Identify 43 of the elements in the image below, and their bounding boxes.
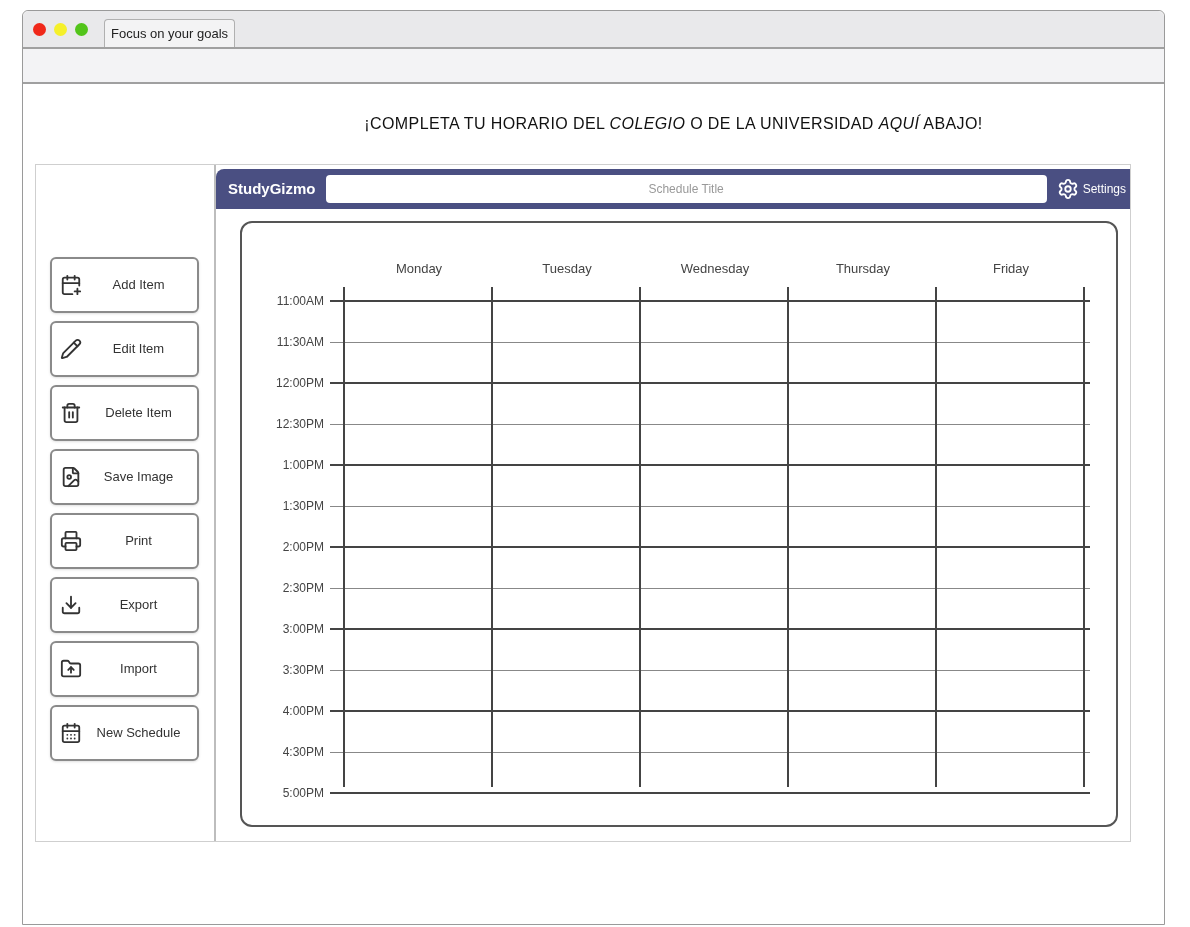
title-field[interactable]: Schedule Title	[325, 175, 1047, 203]
close-icon[interactable]	[33, 22, 46, 36]
action-button[interactable]: Save Image	[50, 449, 199, 505]
download-tray-icon	[60, 594, 82, 616]
day-header: Wednesday	[680, 260, 750, 278]
action-button[interactable]: Edit Item	[50, 321, 199, 377]
day-header: Tuesday	[542, 260, 592, 278]
time-label: 1:00PM	[281, 457, 324, 474]
time-label: 4:30PM	[281, 744, 324, 761]
browser-tab[interactable]: Focus on your goals	[104, 19, 236, 47]
action-button[interactable]: Export	[50, 577, 199, 633]
brand-logo: StudyGizmo	[228, 178, 316, 199]
day-header: Friday	[992, 260, 1030, 278]
time-label: 12:00PM	[274, 375, 324, 392]
maximize-icon[interactable]	[75, 22, 88, 36]
folder-upload-icon	[60, 658, 82, 680]
time-label: 11:30AM	[275, 334, 324, 351]
headline: ¡COMPLETA TU HORARIO DEL COLEGIO O DE LA UNIVERSIDAD AQUÍ ABAJO!	[364, 113, 983, 134]
time-label: 2:00PM	[281, 539, 324, 556]
printer-icon	[60, 530, 82, 552]
time-label: 11:00AM	[275, 293, 324, 310]
action-button[interactable]: Import	[50, 641, 199, 697]
day-header: Monday	[395, 260, 443, 278]
time-label: 3:30PM	[281, 662, 324, 679]
image-file-icon	[60, 466, 82, 488]
pencil-icon	[60, 338, 82, 360]
calendar-plus-icon	[60, 274, 82, 296]
calendar-icon	[60, 722, 82, 744]
settings-button[interactable]: Settings	[1056, 178, 1126, 200]
trash-icon	[60, 402, 82, 424]
action-button[interactable]: Add Item	[50, 257, 199, 313]
time-label: 4:00PM	[281, 703, 324, 720]
action-button[interactable]: Delete Item	[50, 385, 199, 441]
settings-icon	[1056, 178, 1079, 200]
time-label: 1:30PM	[281, 498, 324, 515]
time-label: 2:30PM	[281, 580, 324, 597]
minimize-icon[interactable]	[54, 22, 67, 36]
action-button[interactable]: New Schedule	[50, 705, 199, 761]
time-label: 5:00PM	[281, 785, 324, 802]
action-button[interactable]: Print	[50, 513, 199, 569]
time-label: 12:30PM	[274, 416, 324, 433]
time-label: 3:00PM	[281, 621, 324, 638]
day-header: Thursday	[835, 260, 891, 278]
